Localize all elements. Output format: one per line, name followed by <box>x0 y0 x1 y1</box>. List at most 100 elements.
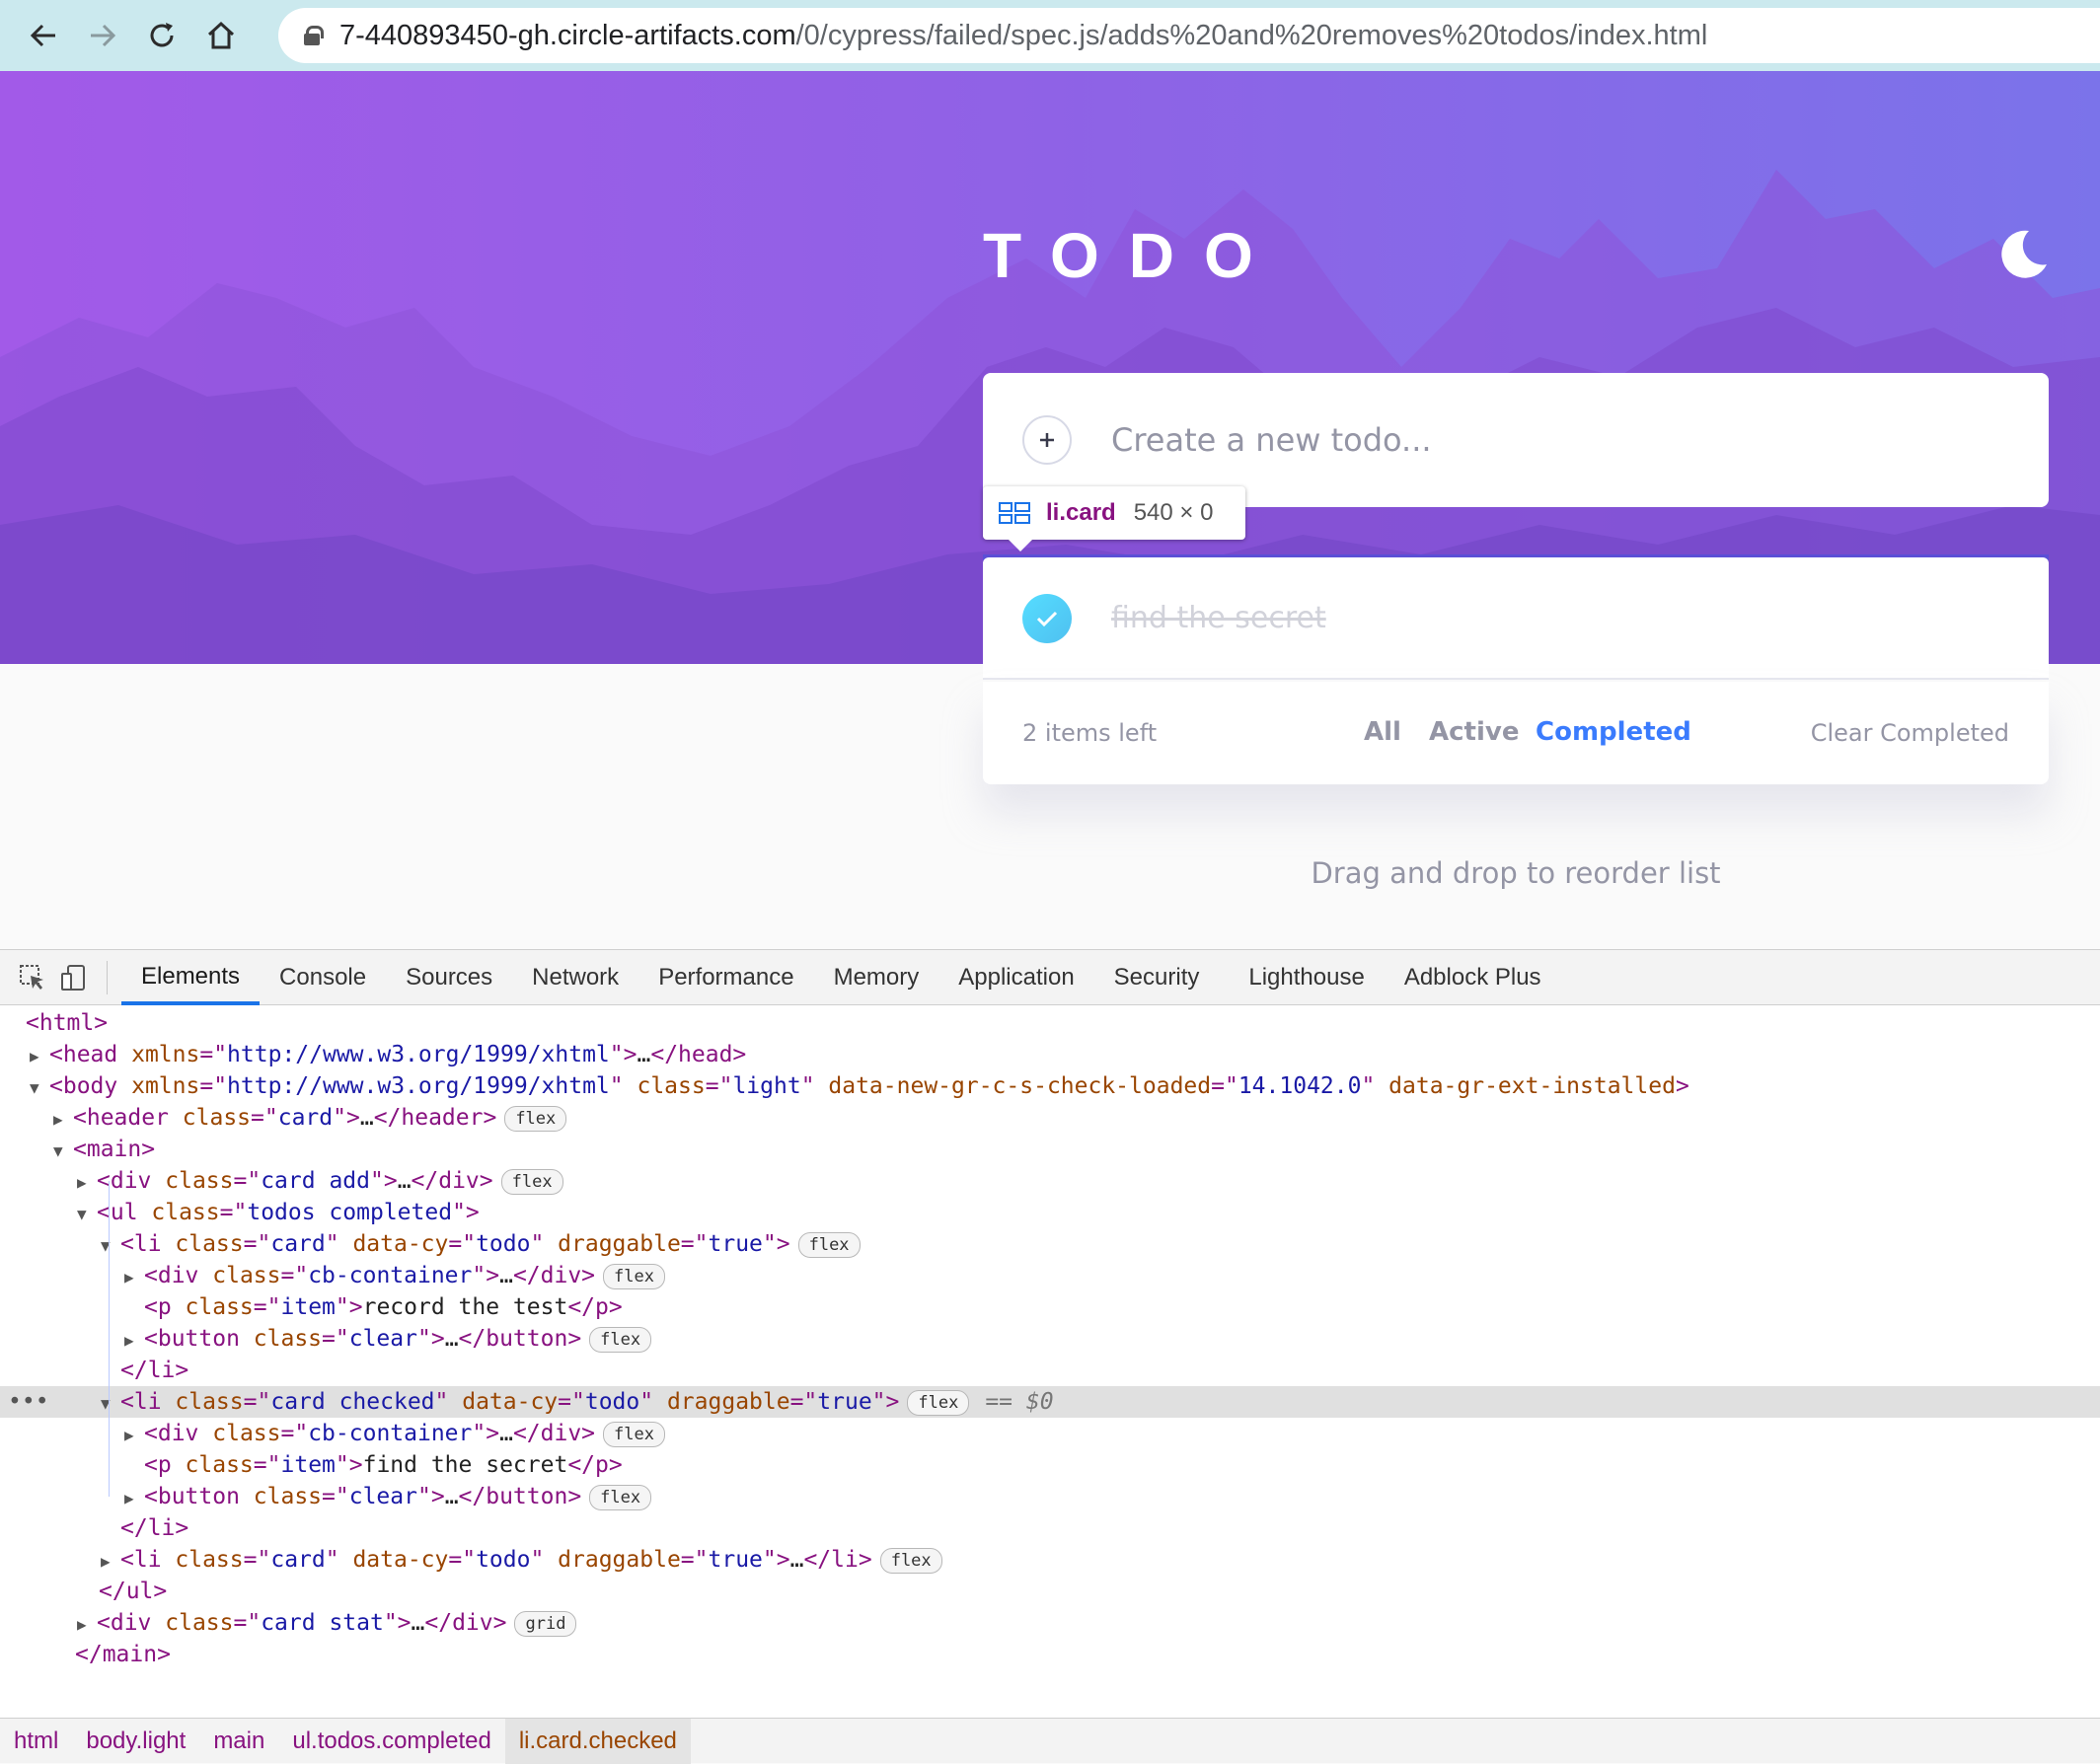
attr-value: todos completed <box>247 1200 453 1225</box>
crumb-body[interactable]: body.light <box>72 1719 199 1764</box>
attr-value: card checked <box>270 1389 435 1415</box>
tab-elements[interactable]: Elements <box>121 950 261 1005</box>
filter-completed[interactable]: Completed <box>1536 717 1691 747</box>
flex-badge[interactable]: flex <box>603 1421 665 1447</box>
tooltip-size: 540 × 0 <box>1133 499 1214 526</box>
dom-node-li-1[interactable]: ▼ <li class="card" data-cy="todo" draggab… <box>0 1228 2100 1260</box>
dom-node-stat[interactable]: ▶ <div class="card stat">…</div> grid <box>0 1607 2100 1639</box>
toolbar-divider <box>107 960 108 994</box>
attr-value: card add <box>261 1168 370 1194</box>
dom-node-p-2[interactable]: <p class="item">find the secret</p> <box>0 1449 2100 1481</box>
dom-node-li-3[interactable]: ▶ <li class="card" data-cy="todo" draggab… <box>0 1544 2100 1576</box>
filter-all[interactable]: All <box>1364 717 1401 747</box>
items-left-count: 2 items left <box>1022 719 1158 747</box>
tab-performance[interactable]: Performance <box>638 950 813 1005</box>
tab-lighthouse[interactable]: Lighthouse <box>1229 950 1384 1005</box>
dom-node-button-2[interactable]: ▶ <button class="clear">…</button> flex <box>0 1481 2100 1512</box>
dom-node-header[interactable]: ▶ <header class="card">…</header> flex <box>0 1102 2100 1134</box>
dom-node-main[interactable]: ▼ <main> <box>0 1134 2100 1165</box>
flex-badge[interactable]: flex <box>500 1168 563 1195</box>
todo-item[interactable]: find the secret <box>983 557 2049 680</box>
attr-value: cb-container <box>308 1421 473 1446</box>
new-todo-input[interactable] <box>1111 410 1999 470</box>
attr-value: todo <box>476 1547 531 1573</box>
dom-node-button-1[interactable]: ▶ <button class="clear">…</button> flex <box>0 1323 2100 1355</box>
tab-sources[interactable]: Sources <box>386 950 512 1005</box>
forward-button[interactable] <box>73 6 132 65</box>
more-icon[interactable]: ••• <box>8 1386 49 1418</box>
todo-checkbox[interactable] <box>1022 594 1072 643</box>
device-icon <box>61 964 85 991</box>
dom-node-li-1-close[interactable]: </li> <box>0 1355 2100 1386</box>
lock-icon <box>304 26 324 45</box>
attr-value: cb-container <box>308 1263 473 1288</box>
dom-node-li-2-selected[interactable]: ••• ▼ <li class="card checked" data-cy="to… <box>0 1386 2100 1418</box>
breadcrumb: html body.light main ul.todos.completed … <box>0 1718 2100 1764</box>
reload-icon <box>150 23 174 47</box>
theme-toggle-button[interactable] <box>1995 227 2051 282</box>
tooltip-selector: li.card <box>1046 499 1116 526</box>
attr-value: card <box>277 1105 334 1131</box>
crumb-ul[interactable]: ul.todos.completed <box>278 1719 504 1764</box>
dom-node-cb-2[interactable]: ▶ <div class="cb-container">…</div> flex <box>0 1418 2100 1449</box>
attr-value: true <box>708 1547 763 1573</box>
dom-node-body[interactable]: ▼ <body xmlns="http://www.w3.org/1999/xht… <box>0 1070 2100 1102</box>
attr-value: card <box>270 1547 326 1573</box>
tree-guide-line <box>109 1181 110 1339</box>
attr-value: 14.1042.0 <box>1238 1073 1362 1099</box>
flex-badge[interactable]: flex <box>879 1547 942 1574</box>
tab-console[interactable]: Console <box>260 950 386 1005</box>
attr-value: card <box>270 1231 326 1257</box>
devtools-panel: Elements Console Sources Network Perform… <box>0 949 2100 1764</box>
flex-badge[interactable]: flex <box>603 1263 665 1289</box>
tab-security[interactable]: Security <box>1094 950 1220 1005</box>
todo-item-text: find the secret <box>1111 601 1326 635</box>
tab-adblock-plus[interactable]: Adblock Plus <box>1385 950 1561 1005</box>
clear-completed-button[interactable]: Clear Completed <box>1811 719 2009 747</box>
url-text: 7-440893450-gh.circle-artifacts.com/0/cy… <box>339 20 1707 52</box>
crumb-li[interactable]: li.card.checked <box>504 1718 691 1764</box>
attr-value: item <box>280 1294 336 1320</box>
crumb-html[interactable]: html <box>0 1719 72 1764</box>
tree-guide-line <box>109 1339 110 1497</box>
flex-badge[interactable]: flex <box>504 1105 567 1132</box>
dom-node-p-1[interactable]: <p class="item">record the test</p> <box>0 1291 2100 1323</box>
dom-node-ul[interactable]: ▼ <ul class="todos completed"> <box>0 1197 2100 1228</box>
arrow-right-icon <box>91 24 116 47</box>
attr-value: true <box>817 1389 872 1415</box>
dom-node-ul-close[interactable]: </ul> <box>0 1576 2100 1607</box>
attr-value: light <box>732 1073 801 1099</box>
dom-node-li-2-close[interactable]: </li> <box>0 1512 2100 1544</box>
reload-button[interactable] <box>132 6 191 65</box>
grid-badge[interactable]: grid <box>514 1610 577 1637</box>
attr-value: item <box>280 1452 336 1478</box>
dom-node-add[interactable]: ▶ <div class="card add">…</div> flex <box>0 1165 2100 1197</box>
dom-node-cb-1[interactable]: ▶ <div class="cb-container">…</div> flex <box>0 1260 2100 1291</box>
crumb-main[interactable]: main <box>199 1719 278 1764</box>
flex-badge[interactable]: flex <box>589 1326 652 1353</box>
home-button[interactable] <box>191 6 251 65</box>
check-icon <box>1036 611 1058 627</box>
inspect-cursor-icon <box>20 964 43 990</box>
drag-drop-hint: Drag and drop to reorder list <box>1311 856 1721 890</box>
device-toggle-button[interactable] <box>53 957 95 998</box>
tab-memory[interactable]: Memory <box>814 950 939 1005</box>
flex-badge[interactable]: flex <box>797 1231 861 1258</box>
dom-node-main-close[interactable]: </main> <box>0 1639 2100 1670</box>
dom-tree: <html> ▶ <head xmlns="http://www.w3.org/1… <box>0 1006 2100 1676</box>
dom-node-head[interactable]: ▶ <head xmlns="http://www.w3.org/1999/xht… <box>0 1039 2100 1070</box>
tab-network[interactable]: Network <box>512 950 638 1005</box>
url-host: 7-440893450-gh.circle-artifacts.com <box>339 19 796 51</box>
home-icon <box>207 21 235 49</box>
address-bar[interactable]: 7-440893450-gh.circle-artifacts.com/0/cy… <box>278 8 2100 63</box>
tab-application[interactable]: Application <box>938 950 1093 1005</box>
filter-active[interactable]: Active <box>1429 717 1519 747</box>
inspect-element-button[interactable] <box>12 957 53 998</box>
selected-marker: == $0 <box>985 1389 1054 1415</box>
node-text: find the secret <box>362 1452 568 1478</box>
flex-badge[interactable]: flex <box>589 1484 652 1510</box>
dom-node-html[interactable]: <html> <box>0 1007 2100 1039</box>
flex-badge[interactable]: flex <box>907 1389 970 1416</box>
back-button[interactable] <box>14 6 73 65</box>
add-todo-button[interactable] <box>1022 415 1072 465</box>
